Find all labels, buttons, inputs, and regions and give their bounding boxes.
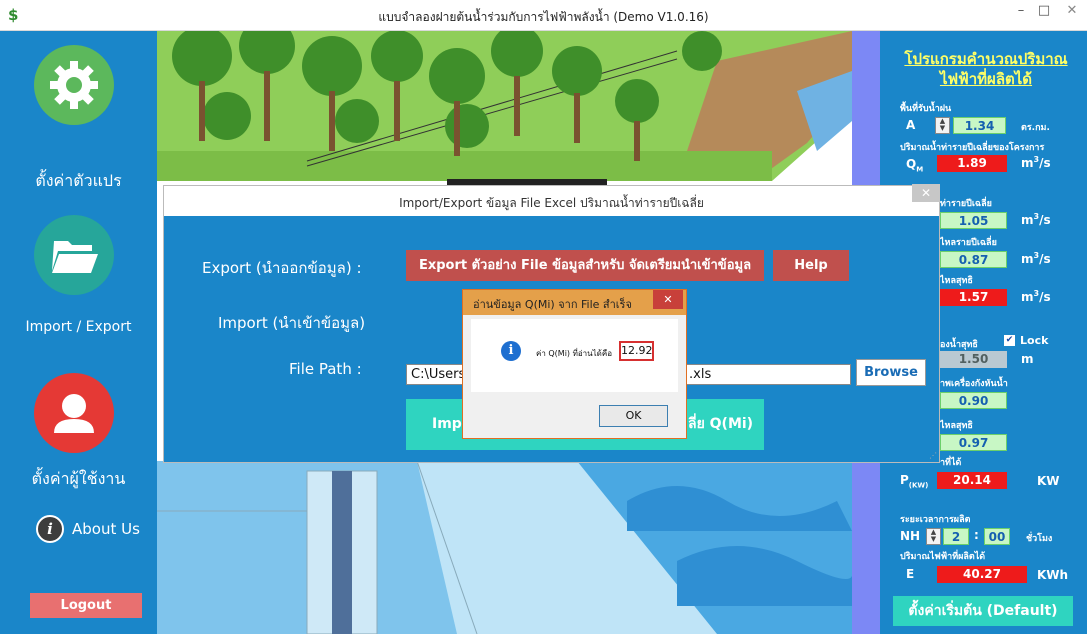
about-us-link[interactable]: i About Us — [36, 515, 140, 543]
avg-flow-label: ไหลรายปีเฉลี่ย — [940, 238, 997, 248]
time-colon: : — [974, 528, 979, 542]
production-time-label: ระยะเวลาการผลิต — [900, 515, 971, 525]
messagebox-close-button[interactable]: ✕ — [653, 290, 683, 309]
net-flow-value: 1.57 — [940, 289, 1007, 306]
folder-icon — [34, 215, 114, 295]
read-success-messagebox: อ่านข้อมูล Q(Mi) จาก File สำเร็จ ✕ i ค่า… — [462, 289, 687, 439]
sidebar: ตั้งค่าตัวแปร Import / Export ตั้งค่าผู้… — [0, 31, 157, 634]
window-titlebar: $ แบบจำลองฝายต้นน้ำร่วมกับการไฟฟ้าพลังน้… — [0, 0, 1087, 31]
hours-stepper[interactable]: ▲ ▼ — [926, 528, 941, 545]
gear-icon — [34, 45, 114, 125]
nh-symbol: NH — [900, 529, 921, 543]
sidebar-item-user-settings[interactable]: ตั้งค่าผู้ใช้งาน — [0, 373, 157, 498]
flow-label: ปริมาณน้ำท่ารายปีเฉลี่ยของโครงการ — [900, 143, 1045, 153]
catchment-area-label: พื้นที่รับน้ำฝน — [900, 104, 952, 114]
logout-button[interactable]: Logout — [30, 593, 142, 618]
avg-flow-field[interactable]: 0.87 — [940, 251, 1007, 268]
browse-button[interactable]: Browse — [856, 359, 926, 386]
annual-flow-field[interactable]: 1.05 — [940, 212, 1007, 229]
import-button-label-start: Imp — [432, 416, 462, 432]
sidebar-item-import-export[interactable]: Import / Export — [0, 215, 157, 345]
messagebox-text: ค่า Q(Mi) ที่อ่านได้คือ — [536, 349, 613, 358]
maximize-button[interactable]: □ — [1032, 0, 1056, 24]
filepath-value-end: .xls — [689, 367, 712, 382]
panel-title: โปรแกรมคำนวณปริมาณไฟฟ้าที่ผลิตได้ — [904, 50, 1068, 88]
net-head-unit: m — [1021, 352, 1034, 366]
annual-flow-label: ท่ารายปีเฉลี่ย — [940, 199, 992, 209]
power-label: าที่ได้ — [940, 458, 962, 468]
default-button[interactable]: ตั้งค่าเริ่มต้น (Default) — [893, 596, 1073, 626]
net-flow2-label: ไหลสุทธิ — [940, 421, 973, 431]
dialog-titlebar: Import/Export ข้อมูล File Excel ปริมาณน้… — [164, 186, 939, 216]
lock-checkbox[interactable]: ✔ — [1004, 335, 1015, 346]
lock-label: Lock — [1020, 334, 1049, 347]
sidebar-item-label: Import / Export — [25, 319, 132, 335]
net-head-label: องน้ำสุทธิ — [940, 340, 978, 350]
qmi-value: 12.92 — [619, 341, 654, 361]
hours-unit: ชั่วโมง — [1026, 534, 1053, 544]
help-button[interactable]: Help — [773, 250, 849, 281]
qm-unit: m3/s — [1021, 155, 1051, 170]
energy-label: ปริมาณไฟฟ้าที่ผลิตได้ — [900, 552, 986, 562]
close-button[interactable]: ✕ — [1057, 0, 1087, 24]
turbine-efficiency-field[interactable]: 0.90 — [940, 392, 1007, 409]
net-head-field[interactable]: 1.50 — [940, 351, 1007, 368]
a-symbol: A — [906, 118, 916, 132]
dialog-close-button[interactable]: ✕ — [912, 184, 940, 202]
area-stepper[interactable]: ▲ ▼ — [935, 117, 950, 134]
info-circle-icon: i — [36, 515, 64, 543]
about-us-label: About Us — [72, 520, 140, 538]
net-flow2-field[interactable]: 0.97 — [940, 434, 1007, 451]
net-flow-label: ไหลสุทธิ — [940, 276, 973, 286]
import-button-label-end: ลี่ย Q(Mi) — [688, 416, 754, 432]
dialog-title: Import/Export ข้อมูล File Excel ปริมาณน้… — [399, 196, 704, 210]
info-icon: i — [501, 341, 521, 361]
turbine-efficiency-label: าพเครื่องกังหันน้ำ — [940, 379, 1008, 389]
energy-unit: KWh — [1037, 568, 1069, 582]
export-label: Export (นำออกข้อมูล) : — [202, 259, 362, 277]
energy-value: 40.27 — [937, 566, 1027, 583]
hours-field[interactable]: 2 — [943, 528, 969, 545]
filepath-value-start: C:\Users — [411, 367, 466, 382]
resize-grip-icon[interactable]: ⋰ — [929, 451, 937, 460]
import-label: Import (นำเข้าข้อมูล) — [218, 314, 366, 332]
messagebox-body: i ค่า Q(Mi) ที่อ่านได้คือ 12.92 — [471, 319, 678, 392]
user-icon — [34, 373, 114, 453]
power-value: 20.14 — [937, 472, 1007, 489]
minimize-button[interactable]: – — [1008, 0, 1034, 24]
messagebox-title: อ่านข้อมูล Q(Mi) จาก File สำเร็จ — [473, 298, 632, 311]
annual-flow-unit: m3/s — [1021, 212, 1051, 227]
avg-flow-unit: m3/s — [1021, 251, 1051, 266]
net-flow-unit: m3/s — [1021, 289, 1051, 304]
sidebar-item-label: ตั้งค่าตัวแปร — [35, 171, 122, 190]
area-unit: ตร.กม. — [1021, 123, 1050, 133]
power-unit: KW — [1037, 474, 1060, 488]
qm-value: 1.89 — [937, 155, 1007, 172]
window-title: แบบจำลองฝายต้นน้ำร่วมกับการไฟฟ้าพลังน้ำ … — [378, 10, 709, 24]
e-symbol: E — [906, 567, 915, 581]
ok-button[interactable]: OK — [599, 405, 668, 427]
export-template-button[interactable]: Export ตัวอย่าง File ข้อมูลสำหรับ จัดเตร… — [406, 250, 764, 281]
filepath-label: File Path : — [289, 360, 362, 378]
sidebar-item-settings[interactable]: ตั้งค่าตัวแปร — [0, 45, 157, 195]
area-field[interactable]: 1.34 — [953, 117, 1006, 134]
p-symbol: P(KW) — [900, 473, 929, 490]
sidebar-item-label: ตั้งค่าผู้ใช้งาน — [31, 469, 126, 488]
minutes-field[interactable]: 00 — [984, 528, 1010, 545]
qm-symbol: QM — [906, 157, 924, 174]
